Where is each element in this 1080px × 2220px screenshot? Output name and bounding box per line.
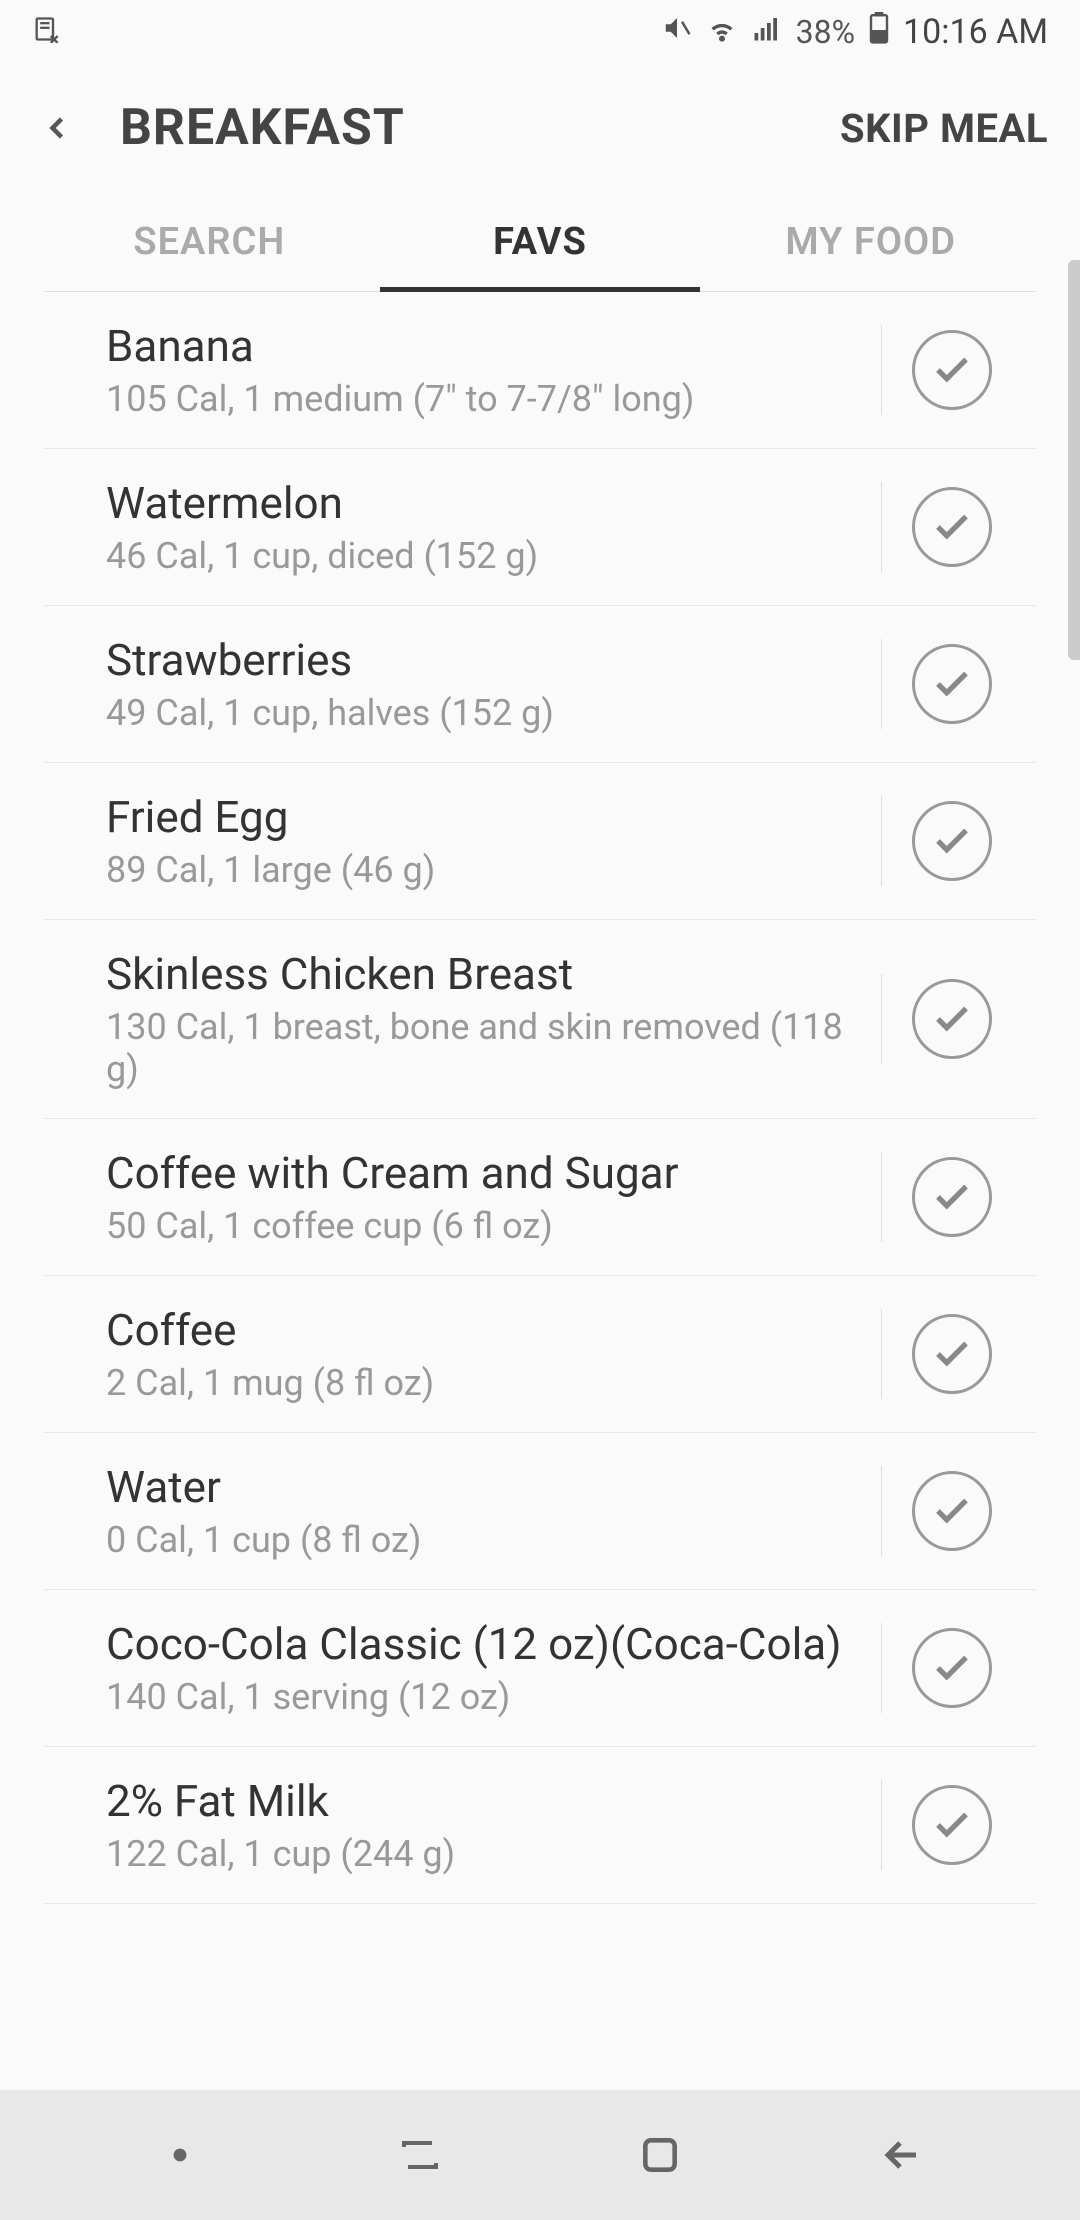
food-info: Water 0 Cal, 1 cup (8 fl oz) <box>106 1461 881 1561</box>
battery-icon <box>869 12 889 52</box>
food-name: Watermelon <box>106 477 857 529</box>
item-divider <box>881 1780 882 1870</box>
food-details: 2 Cal, 1 mug (8 fl oz) <box>106 1362 857 1404</box>
check-button[interactable] <box>912 1314 992 1394</box>
nav-recent-icon[interactable] <box>395 2130 445 2180</box>
check-button[interactable] <box>912 1157 992 1237</box>
signal-icon <box>752 13 782 51</box>
food-info: Skinless Chicken Breast 130 Cal, 1 breas… <box>106 948 881 1090</box>
back-button[interactable] <box>32 103 82 153</box>
food-info: Coffee 2 Cal, 1 mug (8 fl oz) <box>106 1304 881 1404</box>
food-item[interactable]: Watermelon 46 Cal, 1 cup, diced (152 g) <box>44 449 1036 606</box>
food-item[interactable]: Banana 105 Cal, 1 medium (7" to 7-7/8" l… <box>44 292 1036 449</box>
food-name: Fried Egg <box>106 791 857 843</box>
food-item[interactable]: Coffee with Cream and Sugar 50 Cal, 1 co… <box>44 1119 1036 1276</box>
food-name: Strawberries <box>106 634 857 686</box>
item-divider <box>881 1152 882 1242</box>
food-info: Coco-Cola Classic (12 oz)(Coca-Cola) 140… <box>106 1618 881 1718</box>
nav-dot[interactable] <box>155 2130 205 2180</box>
food-details: 50 Cal, 1 coffee cup (6 fl oz) <box>106 1205 857 1247</box>
item-divider <box>881 974 882 1064</box>
food-item[interactable]: Strawberries 49 Cal, 1 cup, halves (152 … <box>44 606 1036 763</box>
food-details: 130 Cal, 1 breast, bone and skin removed… <box>106 1006 857 1090</box>
food-item[interactable]: Fried Egg 89 Cal, 1 large (46 g) <box>44 763 1036 920</box>
scroll-indicator[interactable] <box>1068 260 1080 660</box>
food-name: 2% Fat Milk <box>106 1775 857 1827</box>
nav-back-icon[interactable] <box>875 2130 925 2180</box>
page-title: BREAKFAST <box>120 99 840 157</box>
food-list[interactable]: Banana 105 Cal, 1 medium (7" to 7-7/8" l… <box>0 292 1080 2090</box>
food-name: Skinless Chicken Breast <box>106 948 857 1000</box>
food-details: 49 Cal, 1 cup, halves (152 g) <box>106 692 857 734</box>
nav-bar <box>0 2090 1080 2220</box>
food-name: Coffee <box>106 1304 857 1356</box>
food-info: Banana 105 Cal, 1 medium (7" to 7-7/8" l… <box>106 320 881 420</box>
item-divider <box>881 1309 882 1399</box>
food-name: Coco-Cola Classic (12 oz)(Coca-Cola) <box>106 1618 857 1670</box>
food-name: Coffee with Cream and Sugar <box>106 1147 857 1199</box>
nav-home-icon[interactable] <box>635 2130 685 2180</box>
notification-icon <box>32 13 60 51</box>
check-button[interactable] <box>912 1471 992 1551</box>
food-details: 122 Cal, 1 cup (244 g) <box>106 1833 857 1875</box>
food-details: 105 Cal, 1 medium (7" to 7-7/8" long) <box>106 378 857 420</box>
food-info: Coffee with Cream and Sugar 50 Cal, 1 co… <box>106 1147 881 1247</box>
food-item[interactable]: Coffee 2 Cal, 1 mug (8 fl oz) <box>44 1276 1036 1433</box>
check-button[interactable] <box>912 644 992 724</box>
tabs: SEARCH FAVS MY FOOD <box>44 192 1036 292</box>
item-divider <box>881 1623 882 1713</box>
food-item[interactable]: Water 0 Cal, 1 cup (8 fl oz) <box>44 1433 1036 1590</box>
food-info: Watermelon 46 Cal, 1 cup, diced (152 g) <box>106 477 881 577</box>
food-item[interactable]: Coco-Cola Classic (12 oz)(Coca-Cola) 140… <box>44 1590 1036 1747</box>
food-info: Fried Egg 89 Cal, 1 large (46 g) <box>106 791 881 891</box>
tab-search[interactable]: SEARCH <box>44 192 375 291</box>
check-button[interactable] <box>912 330 992 410</box>
skip-meal-button[interactable]: SKIP MEAL <box>840 105 1048 152</box>
check-button[interactable] <box>912 979 992 1059</box>
food-details: 46 Cal, 1 cup, diced (152 g) <box>106 535 857 577</box>
food-item[interactable]: 2% Fat Milk 122 Cal, 1 cup (244 g) <box>44 1747 1036 1904</box>
wifi-icon <box>706 12 738 52</box>
food-info: 2% Fat Milk 122 Cal, 1 cup (244 g) <box>106 1775 881 1875</box>
food-name: Water <box>106 1461 857 1513</box>
tab-favs[interactable]: FAVS <box>375 192 706 291</box>
mute-icon <box>662 13 692 51</box>
status-time: 10:16 AM <box>903 12 1048 52</box>
status-right: 38% 10:16 AM <box>662 12 1048 52</box>
status-left <box>32 13 60 51</box>
item-divider <box>881 325 882 415</box>
check-button[interactable] <box>912 1628 992 1708</box>
status-bar: 38% 10:16 AM <box>0 0 1080 64</box>
food-info: Strawberries 49 Cal, 1 cup, halves (152 … <box>106 634 881 734</box>
item-divider <box>881 1466 882 1556</box>
app-header: BREAKFAST SKIP MEAL <box>0 64 1080 192</box>
item-divider <box>881 482 882 572</box>
battery-text: 38% <box>796 13 855 51</box>
food-details: 89 Cal, 1 large (46 g) <box>106 849 857 891</box>
check-button[interactable] <box>912 487 992 567</box>
food-details: 140 Cal, 1 serving (12 oz) <box>106 1676 857 1718</box>
food-item[interactable]: Skinless Chicken Breast 130 Cal, 1 breas… <box>44 920 1036 1119</box>
food-details: 0 Cal, 1 cup (8 fl oz) <box>106 1519 857 1561</box>
tab-myfood[interactable]: MY FOOD <box>705 192 1036 291</box>
check-button[interactable] <box>912 801 992 881</box>
food-name: Banana <box>106 320 857 372</box>
item-divider <box>881 796 882 886</box>
item-divider <box>881 639 882 729</box>
check-button[interactable] <box>912 1785 992 1865</box>
